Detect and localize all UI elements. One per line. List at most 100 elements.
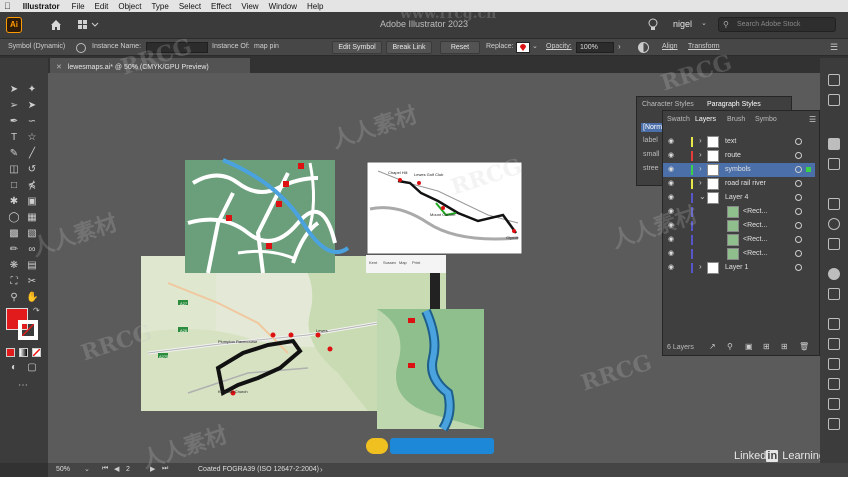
- layer-name[interactable]: Layer 4: [725, 194, 748, 201]
- chevron-right-icon[interactable]: ›: [699, 150, 702, 159]
- close-icon[interactable]: ✕: [56, 64, 62, 71]
- workspace-switcher-icon[interactable]: [78, 20, 100, 30]
- chevron-down-icon[interactable]: ⌄: [699, 192, 706, 201]
- brush-icon[interactable]: ✎: [8, 148, 20, 160]
- target-circle-icon[interactable]: [795, 236, 802, 243]
- style-row-label[interactable]: label: [643, 137, 658, 144]
- layer-name[interactable]: text: [725, 138, 736, 145]
- panel-menu-icon[interactable]: ☰: [809, 115, 816, 124]
- menu-window[interactable]: Window: [269, 2, 297, 11]
- direct-selection-icon[interactable]: ➢: [8, 100, 20, 112]
- perspective-icon[interactable]: ▦: [26, 212, 38, 224]
- visibility-eye-icon[interactable]: ◉: [668, 137, 674, 145]
- transform-link[interactable]: Transform: [688, 43, 720, 50]
- edit-toolbar-icon[interactable]: ⋯: [17, 380, 29, 392]
- visibility-eye-icon[interactable]: ◉: [668, 165, 674, 173]
- menu-object[interactable]: Object: [118, 2, 141, 11]
- layer-name[interactable]: symbols: [725, 166, 751, 173]
- align-link[interactable]: Align: [662, 43, 678, 50]
- line-tool-icon[interactable]: ╱: [26, 148, 38, 160]
- chevron-right-icon[interactable]: ›: [699, 178, 702, 187]
- river-inset-map[interactable]: [377, 308, 484, 432]
- prev-artboard-icon[interactable]: ◀: [114, 465, 119, 473]
- menu-type[interactable]: Type: [151, 2, 168, 11]
- layer-row[interactable]: ◉ › text: [663, 135, 815, 149]
- visibility-eye-icon[interactable]: ◉: [668, 249, 674, 257]
- menu-app-name[interactable]: Illustrator: [23, 2, 60, 11]
- break-link-button[interactable]: Break Link: [386, 41, 432, 54]
- color-icon[interactable]: [828, 218, 840, 230]
- rotate-icon[interactable]: ↺: [26, 164, 38, 176]
- new-layer-icon[interactable]: ⊞: [781, 342, 788, 351]
- layer-name[interactable]: <Rect...: [743, 222, 767, 229]
- menu-select[interactable]: Select: [179, 2, 201, 11]
- pathfinder-icon[interactable]: [828, 378, 840, 390]
- apple-icon[interactable]: : [4, 1, 11, 11]
- lasso-icon[interactable]: ➤: [26, 100, 38, 112]
- chevron-right-icon[interactable]: ›: [618, 42, 621, 51]
- zoom-tool-icon[interactable]: ⚲: [8, 292, 20, 304]
- style-row-street[interactable]: stree: [643, 165, 659, 172]
- visibility-eye-icon[interactable]: ◉: [668, 263, 674, 271]
- gradient-mode-icon[interactable]: [19, 348, 28, 357]
- stock-search-input[interactable]: ⚲ Search Adobe Stock: [718, 17, 836, 32]
- layer-row[interactable]: ◉ › route: [663, 149, 815, 163]
- visibility-eye-icon[interactable]: ◉: [668, 151, 674, 159]
- asset-export-icon[interactable]: [828, 198, 840, 210]
- chevron-down-icon[interactable]: ⌄: [84, 465, 90, 473]
- target-circle-icon[interactable]: [795, 250, 802, 257]
- lightbulb-icon[interactable]: [648, 18, 658, 31]
- export-icon[interactable]: ↗: [709, 342, 716, 351]
- tab-character-styles[interactable]: Character Styles: [642, 101, 694, 108]
- target-circle-icon[interactable]: [795, 138, 802, 145]
- locate-object-icon[interactable]: ⚲: [727, 342, 733, 351]
- chevron-down-icon[interactable]: ⌄: [701, 19, 707, 27]
- free-transform-icon[interactable]: ▣: [26, 196, 38, 208]
- transform-panel-icon[interactable]: [828, 398, 840, 410]
- stroke-icon[interactable]: [828, 268, 840, 280]
- libraries-icon[interactable]: [828, 94, 840, 106]
- visibility-eye-icon[interactable]: ◉: [668, 193, 674, 201]
- layer-row[interactable]: ◉ <Rect...: [663, 233, 815, 247]
- selection-tool-icon[interactable]: ➤: [8, 84, 20, 96]
- tab-paragraph-styles[interactable]: Paragraph Styles: [707, 101, 761, 108]
- menu-effect[interactable]: Effect: [211, 2, 231, 11]
- color-guide-icon[interactable]: [828, 238, 840, 250]
- width-tool-icon[interactable]: ⋠: [26, 180, 38, 192]
- layer-name[interactable]: route: [725, 152, 741, 159]
- layer-row[interactable]: ◉ › road rail river: [663, 177, 815, 191]
- stroke-color-swatch[interactable]: [18, 320, 38, 340]
- magic-wand-icon[interactable]: ✦: [26, 84, 38, 96]
- gradient-panel-icon[interactable]: [828, 288, 840, 300]
- scale-icon[interactable]: □: [8, 180, 20, 192]
- star-tool-icon[interactable]: ☆: [26, 132, 38, 144]
- target-circle-icon[interactable]: [795, 152, 802, 159]
- first-artboard-icon[interactable]: ⏮: [102, 465, 108, 473]
- tab-brushes[interactable]: Brush: [727, 116, 745, 123]
- target-circle-icon[interactable]: [795, 166, 802, 173]
- slice-tool-icon[interactable]: ✂: [26, 276, 38, 288]
- panel-menu-icon[interactable]: ☰: [830, 42, 838, 53]
- style-row-small[interactable]: small: [643, 151, 659, 158]
- chevron-down-icon[interactable]: ⌄: [532, 42, 538, 50]
- chevron-right-icon[interactable]: ›: [320, 465, 323, 474]
- tab-layers[interactable]: Layers: [695, 116, 716, 123]
- tab-swatches[interactable]: Swatch: [667, 116, 690, 123]
- curvature-icon[interactable]: ∽: [26, 116, 38, 128]
- type-tool-icon[interactable]: T: [8, 132, 20, 144]
- artboard-number[interactable]: 2: [126, 466, 130, 473]
- menu-edit[interactable]: Edit: [95, 2, 109, 11]
- new-sublayer-icon[interactable]: ⊞: [763, 342, 770, 351]
- layers-icon[interactable]: [828, 138, 840, 150]
- screen-mode-icon[interactable]: ▢: [26, 362, 38, 374]
- puppet-warp-icon[interactable]: ✱: [8, 196, 20, 208]
- eraser-icon[interactable]: ◫: [8, 164, 20, 176]
- draw-mode-icon[interactable]: ◐: [8, 362, 20, 374]
- target-circle-icon[interactable]: [795, 222, 802, 229]
- target-circle-icon[interactable]: [795, 208, 802, 215]
- layer-name[interactable]: <Rect...: [743, 250, 767, 257]
- appearance-icon[interactable]: [828, 338, 840, 350]
- clipping-mask-icon[interactable]: ▣: [745, 342, 753, 351]
- pen-tool-icon[interactable]: ✒: [8, 116, 20, 128]
- menu-file[interactable]: File: [72, 2, 85, 11]
